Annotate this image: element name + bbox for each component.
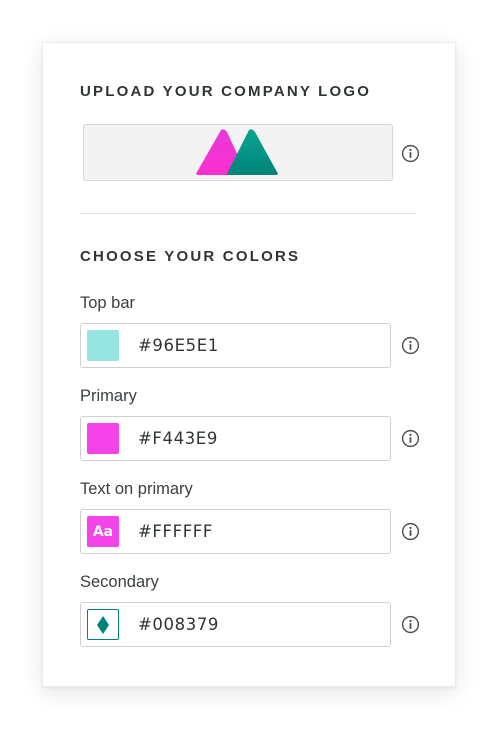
top-bar-color-field[interactable]: #96E5E1 — [80, 323, 391, 368]
brand-settings-card: UPLOAD YOUR COMPANY LOGO CHOOSE YOUR COL… — [42, 42, 456, 687]
primary-swatch[interactable] — [87, 423, 119, 454]
choose-colors-title: CHOOSE YOUR COLORS — [80, 248, 301, 265]
section-divider — [80, 213, 416, 214]
diamond-icon — [97, 615, 109, 634]
logo-upload-box[interactable] — [83, 124, 393, 181]
info-icon[interactable] — [401, 522, 420, 541]
secondary-label: Secondary — [80, 573, 159, 591]
info-icon[interactable] — [401, 615, 420, 634]
top-bar-label: Top bar — [80, 294, 136, 312]
secondary-hex-value: #008379 — [138, 615, 220, 634]
secondary-swatch[interactable] — [87, 609, 119, 640]
primary-hex-value: #F443E9 — [138, 429, 218, 448]
text-on-primary-color-field[interactable]: Aa #FFFFFF — [80, 509, 391, 554]
info-icon[interactable] — [401, 336, 420, 355]
secondary-color-field[interactable]: #008379 — [80, 602, 391, 647]
text-on-primary-label: Text on primary — [80, 480, 193, 498]
text-sample: Aa — [92, 523, 114, 540]
company-logo-icon — [196, 129, 278, 175]
upload-logo-title: UPLOAD YOUR COMPANY LOGO — [80, 83, 372, 100]
text-on-primary-hex-value: #FFFFFF — [138, 522, 213, 541]
text-on-primary-swatch[interactable]: Aa — [87, 516, 119, 547]
primary-label: Primary — [80, 387, 137, 405]
primary-color-field[interactable]: #F443E9 — [80, 416, 391, 461]
top-bar-hex-value: #96E5E1 — [138, 336, 219, 355]
top-bar-swatch[interactable] — [87, 330, 119, 361]
info-icon[interactable] — [401, 144, 420, 163]
info-icon[interactable] — [401, 429, 420, 448]
